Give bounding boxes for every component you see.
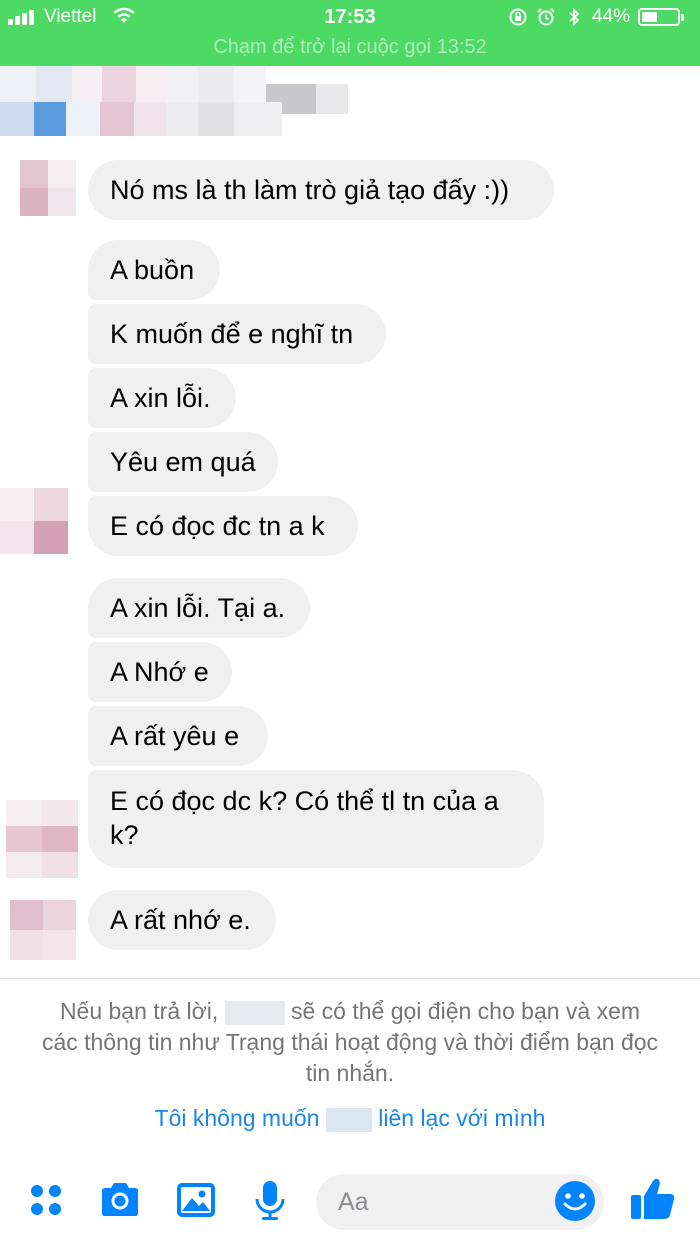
sender-avatar[interactable] bbox=[6, 800, 78, 878]
divider bbox=[0, 978, 700, 979]
status-bar: Viettel 17:53 44% Chạm để trở lại cuộc g… bbox=[0, 0, 700, 66]
image-icon[interactable] bbox=[174, 1178, 218, 1222]
return-to-call-banner[interactable]: Chạm để trở lại cuộc gọi 13:52 bbox=[0, 36, 700, 59]
sender-avatar[interactable] bbox=[10, 900, 76, 960]
sender-avatar[interactable] bbox=[20, 160, 76, 216]
more-icon[interactable] bbox=[24, 1178, 68, 1222]
message-bubble[interactable]: Yêu em quá bbox=[88, 432, 278, 492]
message-bubble[interactable]: A xin lỗi. bbox=[88, 368, 236, 428]
thumbs-up-icon[interactable] bbox=[628, 1174, 678, 1224]
sender-avatar[interactable] bbox=[0, 488, 68, 554]
conversation-header-redacted bbox=[0, 66, 700, 138]
reply-notice: Nếu bạn trả lời, sẽ có thể gọi điện cho … bbox=[40, 996, 660, 1089]
redacted-name bbox=[325, 1107, 372, 1132]
rotation-lock-icon bbox=[509, 8, 527, 26]
message-bubble[interactable]: A rất yêu e bbox=[88, 706, 268, 766]
message-bubble[interactable]: E có đọc đc tn a k bbox=[88, 496, 358, 556]
message-bubble[interactable]: A Nhớ e bbox=[88, 642, 232, 702]
alarm-icon bbox=[537, 8, 555, 26]
emoji-icon[interactable] bbox=[554, 1180, 596, 1222]
bluetooth-icon bbox=[569, 7, 580, 27]
message-bubble[interactable]: A buồn bbox=[88, 240, 220, 300]
microphone-icon[interactable] bbox=[248, 1178, 292, 1222]
ignore-contact-link[interactable]: Tôi không muốn liên lạc với mình bbox=[0, 1105, 700, 1132]
battery-percentage: 44% bbox=[591, 6, 630, 27]
battery-level bbox=[642, 12, 657, 22]
message-bubble[interactable]: Nó ms là th làm trò giả tạo đấy :)) bbox=[88, 160, 554, 220]
link-text-start: Tôi không muốn bbox=[154, 1105, 320, 1131]
message-bubble[interactable]: A xin lỗi. Tại a. bbox=[88, 578, 310, 638]
message-composer: Aa bbox=[0, 1160, 700, 1244]
notice-text-start: Nếu bạn trả lời, bbox=[59, 998, 219, 1024]
camera-icon[interactable] bbox=[98, 1178, 142, 1222]
redacted-name bbox=[224, 1000, 285, 1025]
message-bubble[interactable]: K muốn để e nghĩ tn bbox=[88, 304, 386, 364]
link-text-end: liên lạc với mình bbox=[378, 1105, 546, 1131]
message-bubble[interactable]: E có đọc dc k? Có thể tl tn của a k? bbox=[88, 770, 544, 868]
battery-icon bbox=[638, 8, 684, 26]
message-bubble[interactable]: A rất nhớ e. bbox=[88, 890, 276, 950]
